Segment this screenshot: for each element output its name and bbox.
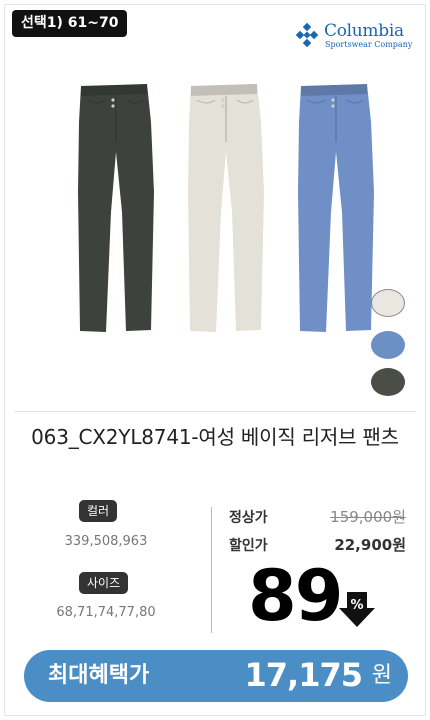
sale-price-label: 할인가 <box>229 538 268 554</box>
size-values: 68,71,74,77,80 <box>56 605 156 620</box>
color-label: 컬러 <box>79 500 118 522</box>
divider <box>14 411 416 412</box>
swatch-ivory[interactable] <box>371 289 405 317</box>
brand-name: Columbia <box>324 21 404 41</box>
max-benefit-button[interactable]: 최대혜택가 17,175 원 <box>24 650 408 702</box>
color-values: 339,508,963 <box>64 534 148 549</box>
max-benefit-price: 17,175 <box>244 656 363 694</box>
regular-price-label: 정상가 <box>229 510 268 526</box>
product-image[interactable] <box>60 80 380 336</box>
max-benefit-label: 최대혜택가 <box>48 663 150 688</box>
option-badge: 선택1) 61~70 <box>12 10 128 37</box>
percent-symbol: % <box>350 598 363 613</box>
brand-subtitle: Sportswear Company <box>325 40 413 49</box>
sale-price: 22,900원 <box>334 536 406 554</box>
discount-rate: 89 <box>248 555 343 637</box>
brand-logo: Columbia Sportswear Company <box>294 22 412 49</box>
max-benefit-unit: 원 <box>371 663 392 688</box>
column-divider <box>211 507 212 633</box>
swatch-khaki[interactable] <box>371 368 405 396</box>
discount-down-arrow-icon: % <box>339 592 375 627</box>
columbia-diamond-icon <box>295 22 319 48</box>
swatch-blue[interactable] <box>371 331 405 359</box>
regular-price: 159,000원 <box>330 508 406 526</box>
size-label: 사이즈 <box>79 572 129 594</box>
product-title[interactable]: 063_CX2YL8741-여성 베이직 리저브 팬츠 <box>24 424 406 451</box>
